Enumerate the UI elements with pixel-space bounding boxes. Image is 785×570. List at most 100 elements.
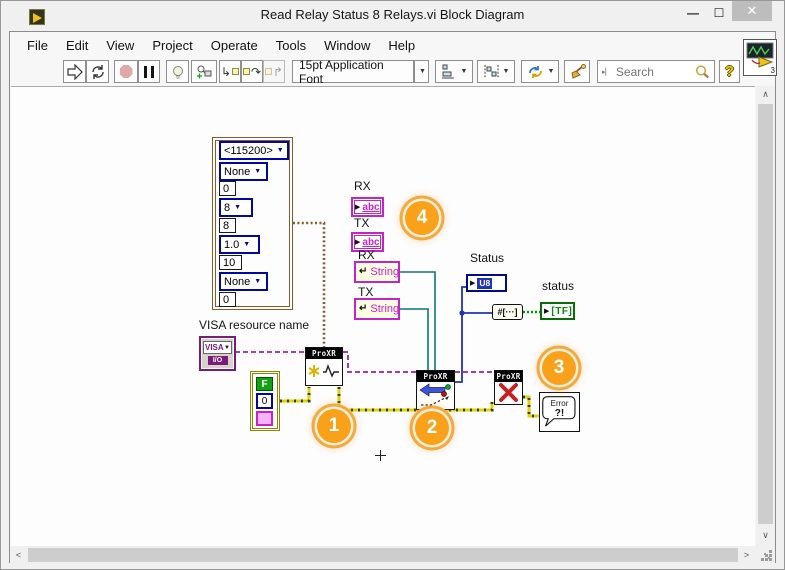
numeric-constant[interactable]: 8 xyxy=(219,218,236,233)
proxr-initialize-vi[interactable]: ProXR xyxy=(305,347,343,386)
probe-icon xyxy=(197,65,212,78)
status-bool-array-indicator-terminal[interactable]: ▶ [TF] xyxy=(540,302,575,320)
annotation-badge-4[interactable]: 4 xyxy=(405,201,439,235)
ring-constant-databits[interactable]: 8 ▼ xyxy=(219,198,253,217)
wire-junction-dot xyxy=(459,310,465,316)
visa-text: VISA xyxy=(205,343,224,352)
clean-up-diagram-button[interactable] xyxy=(564,60,590,83)
local-variable-arrow-icon: ↵ xyxy=(359,266,368,277)
wire-visa[interactable] xyxy=(235,351,494,373)
menu-help[interactable]: Help xyxy=(379,34,424,57)
horizontal-scroll-thumb[interactable] xyxy=(28,548,738,562)
indicator-arrow-icon: ▶ xyxy=(355,238,361,246)
distribute-objects-button[interactable]: ▼ xyxy=(477,60,515,83)
chevron-left-icon: < xyxy=(15,550,22,560)
abort-button[interactable] xyxy=(114,60,138,83)
block-diagram-canvas[interactable]: <115200> ▼ None ▼ 0 8 ▼ 8 1.0 ▼ 10 None ▼ xyxy=(11,86,755,546)
titlebar: Read Relay Status 8 Relays.vi Block Diag… xyxy=(1,1,784,31)
broom-icon xyxy=(571,63,586,79)
highlight-execution-button[interactable] xyxy=(166,60,189,83)
search-box: ▸▏ xyxy=(597,60,715,83)
pause-button[interactable] xyxy=(138,60,160,83)
minimize-button[interactable]: — xyxy=(681,3,705,23)
context-help-button[interactable]: ? xyxy=(719,60,740,83)
node-header: ProXR xyxy=(495,371,522,382)
align-objects-button[interactable]: ▼ xyxy=(435,60,473,83)
error-handler-text2: ?! xyxy=(554,408,565,419)
retain-wire-values-button[interactable] xyxy=(191,60,217,83)
pause-icon xyxy=(144,65,147,78)
simple-error-handler-vi[interactable]: Error ?! xyxy=(539,392,580,432)
font-selector[interactable]: 15pt Application Font xyxy=(292,57,414,86)
step-over-button[interactable]: ↷ xyxy=(241,60,263,83)
help-icon: ? xyxy=(724,63,735,80)
menu-tools[interactable]: Tools xyxy=(267,34,315,57)
indicator-arrow-icon: ▶ xyxy=(470,279,476,287)
step-out-button[interactable]: ↱ xyxy=(263,60,285,83)
scroll-down-button[interactable]: ∨ xyxy=(756,527,775,544)
font-selector-dropdown[interactable]: ▼ xyxy=(414,60,429,83)
rx-string-indicator-terminal[interactable]: ▶ abc xyxy=(351,197,384,217)
menu-file[interactable]: File xyxy=(18,34,57,57)
scroll-left-button[interactable]: < xyxy=(10,546,27,564)
read-status-icon xyxy=(419,383,451,406)
error-code-constant[interactable]: 0 xyxy=(256,393,273,409)
wire-rx-string[interactable] xyxy=(399,271,436,370)
numeric-constant[interactable]: 0 xyxy=(219,181,236,196)
menu-window[interactable]: Window xyxy=(315,34,379,57)
search-input[interactable] xyxy=(613,63,694,80)
run-button[interactable] xyxy=(63,60,86,83)
horizontal-scrollbar: < > xyxy=(10,546,756,564)
chevron-right-icon: > xyxy=(743,550,750,560)
abort-icon xyxy=(119,65,133,78)
menu-edit[interactable]: Edit xyxy=(57,34,97,57)
reorder-objects-button[interactable]: ▼ xyxy=(521,60,559,83)
vertical-scroll-thumb[interactable] xyxy=(758,104,773,524)
run-continuously-button[interactable] xyxy=(86,60,109,83)
bool-false-constant[interactable]: F xyxy=(256,377,273,391)
wire-status-u8[interactable] xyxy=(455,286,492,383)
search-icon xyxy=(695,64,710,78)
number-to-boolean-array-node[interactable]: #[···] xyxy=(492,304,523,320)
annotation-badge-3[interactable]: 3 xyxy=(542,351,576,385)
ring-constant-parity[interactable]: None ▼ xyxy=(219,272,268,291)
annotation-badge-2[interactable]: 2 xyxy=(415,411,449,445)
distribute-objects-icon xyxy=(484,65,499,78)
search-scope-icon[interactable]: ▸▏ xyxy=(602,68,611,76)
proxr-close-vi[interactable]: ProXR xyxy=(494,370,523,405)
resize-grip[interactable] xyxy=(756,546,775,564)
wire-tx-string[interactable] xyxy=(399,308,429,370)
dropdown-arrow-icon: ▼ xyxy=(276,147,284,154)
tx-string-local-variable[interactable]: ↵ String xyxy=(354,298,400,320)
indicator-arrow-icon: ▶ xyxy=(355,203,361,211)
chevron-down-icon: ▼ xyxy=(502,68,510,75)
step-into-button[interactable]: ↳ xyxy=(219,60,241,83)
font-selector-label: 15pt Application Font xyxy=(299,57,384,86)
rx-label: RX xyxy=(354,179,371,193)
window-title: Read Relay Status 8 Relays.vi Block Diag… xyxy=(260,7,525,22)
scroll-right-button[interactable]: > xyxy=(738,546,755,564)
proxr-read-status-vi[interactable]: ProXR xyxy=(416,370,455,410)
status-u8-indicator-terminal[interactable]: ▶ U8 xyxy=(466,274,507,292)
error-cluster-constant[interactable]: F 0 xyxy=(250,371,280,431)
dropdown-arrow-icon: ▼ xyxy=(254,278,262,285)
menu-view[interactable]: View xyxy=(97,34,143,57)
ring-constant-stopbits[interactable]: 1.0 ▼ xyxy=(219,235,260,254)
menu-project[interactable]: Project xyxy=(143,34,201,57)
chevron-down-icon: ▼ xyxy=(547,68,555,75)
tx-label: TX xyxy=(354,216,370,230)
numeric-constant[interactable]: 0 xyxy=(219,292,236,307)
menu-operate[interactable]: Operate xyxy=(202,34,267,57)
close-button[interactable]: ✕ xyxy=(732,1,772,21)
ring-constant-flow[interactable]: None ▼ xyxy=(219,162,268,181)
error-source-string-constant[interactable] xyxy=(256,411,273,426)
visa-resource-name-control[interactable]: VISA ▼ I/O xyxy=(199,336,236,371)
rx-string-local-variable[interactable]: ↵ String xyxy=(354,261,400,283)
lightbulb-icon xyxy=(172,65,183,78)
labview-logo[interactable]: 3 xyxy=(743,39,777,76)
annotation-badge-1[interactable]: 1 xyxy=(317,409,351,443)
ring-constant-baud[interactable]: <115200> ▼ xyxy=(219,141,289,160)
numeric-constant[interactable]: 10 xyxy=(219,255,242,270)
scroll-up-button[interactable]: ∧ xyxy=(756,86,775,103)
maximize-button[interactable]: ☐ xyxy=(707,3,731,23)
